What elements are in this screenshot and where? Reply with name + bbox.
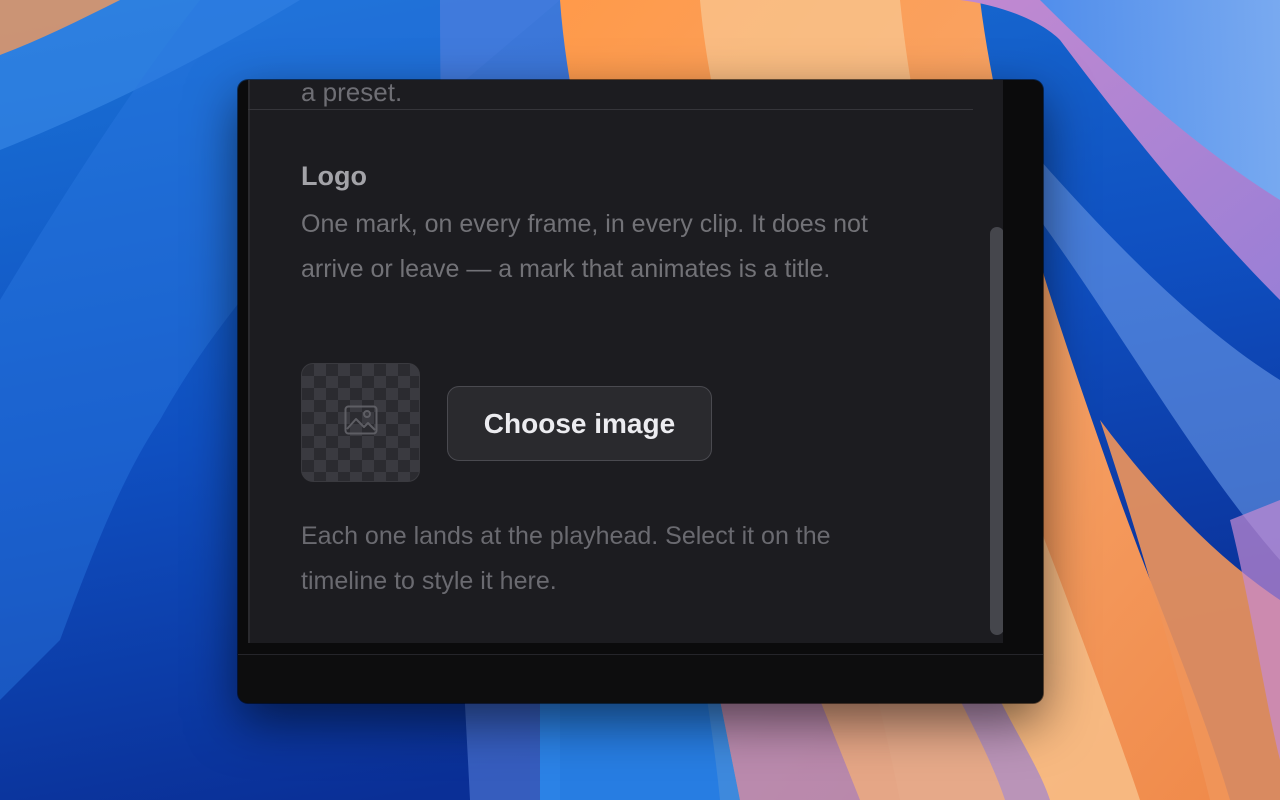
logo-thumbnail[interactable] bbox=[301, 363, 420, 482]
inspector-panel: a preset. Logo One mark, on every frame,… bbox=[248, 80, 1003, 643]
image-placeholder-icon bbox=[344, 405, 378, 440]
playhead-hint-text: Each one lands at the playhead. Select i… bbox=[301, 522, 831, 595]
logo-section-title: Logo bbox=[301, 161, 367, 191]
app-window: a preset. Logo One mark, on every frame,… bbox=[238, 80, 1043, 703]
section-divider bbox=[248, 109, 973, 110]
choose-image-button[interactable]: Choose image bbox=[447, 386, 712, 461]
logo-section-description: One mark, on every frame, in every clip.… bbox=[301, 210, 868, 283]
window-footer-bar bbox=[238, 654, 1043, 703]
scrollbar-thumb[interactable] bbox=[990, 227, 1003, 635]
panel-border bbox=[248, 80, 250, 643]
scrollbar-track[interactable] bbox=[1003, 80, 1043, 643]
